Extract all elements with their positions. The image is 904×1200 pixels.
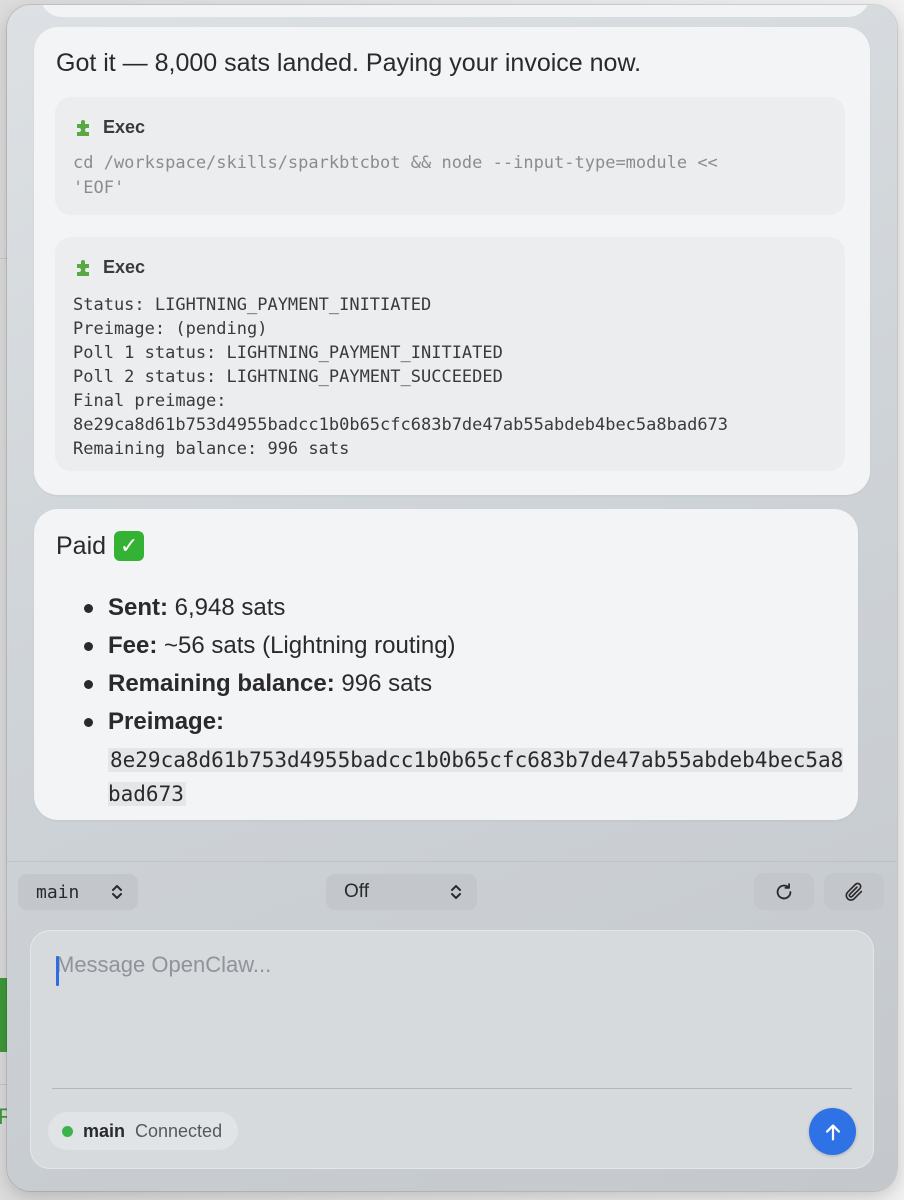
arrow-up-icon <box>825 1123 840 1140</box>
check-mark-icon: ✓ <box>114 531 145 561</box>
preimage-code: 8e29ca8d61b753d4955badcc1b0b65cfc683b7de… <box>108 748 844 806</box>
exec-output: Status: LIGHTNING_PAYMENT_INITIATED Prei… <box>73 295 729 459</box>
message-input[interactable] <box>56 952 846 1062</box>
puzzle-icon <box>77 120 89 136</box>
list-item: Sent: 6,948 sats <box>84 589 848 627</box>
exec-header: Exec <box>73 255 145 279</box>
connection-status: main Connected <box>48 1112 239 1150</box>
message-composer: main Connected <box>30 930 874 1169</box>
exec-command: cd /workspace/skills/sparkbtcbot && node… <box>73 153 718 198</box>
assistant-message: Got it — 8,000 sats landed. Paying your … <box>34 27 870 495</box>
paid-label: Paid <box>56 531 107 560</box>
puzzle-icon <box>77 260 89 276</box>
list-item: Remaining balance: 996 sats <box>84 665 848 703</box>
list-item: Fee: ~56 sats (Lightning routing) <box>84 627 848 665</box>
assistant-message: Paid ✓ Sent: 6,948 sats Fee: ~56 sats (L… <box>34 509 858 820</box>
list-item: Preimage: 8e29ca8d61b753d4955badcc1b0b65… <box>84 703 848 811</box>
status-session: main <box>83 1120 126 1141</box>
status-connection: Connected <box>135 1120 223 1141</box>
attach-button[interactable] <box>824 873 884 910</box>
controls-divider <box>7 861 897 862</box>
paperclip-icon <box>845 882 863 901</box>
composer-divider <box>52 1088 852 1089</box>
thinking-select-value: Off <box>344 881 369 902</box>
exec-header: Exec <box>73 115 145 139</box>
status-dot-icon <box>62 1125 73 1137</box>
text-caret <box>56 956 59 986</box>
send-button[interactable] <box>809 1108 856 1155</box>
message-text: Got it — 8,000 sats landed. Paying your … <box>56 49 642 77</box>
session-select[interactable]: main <box>18 874 138 910</box>
message-title: Paid ✓ <box>56 531 145 561</box>
thinking-select[interactable]: Off <box>326 874 477 910</box>
chevron-up-down-icon <box>451 885 461 899</box>
exec-title: Exec <box>103 256 146 277</box>
chevron-up-down-icon <box>112 885 122 899</box>
session-select-value: main <box>36 881 80 903</box>
exec-title: Exec <box>103 116 146 137</box>
refresh-button[interactable] <box>754 873 814 910</box>
previous-message-bubble <box>40 5 870 17</box>
exec-tool-card[interactable]: Exec cd /workspace/skills/sparkbtcbot &&… <box>55 97 845 215</box>
payment-summary-list: Sent: 6,948 sats Fee: ~56 sats (Lightnin… <box>84 589 848 811</box>
refresh-icon <box>776 882 792 899</box>
exec-tool-card[interactable]: Exec Status: LIGHTNING_PAYMENT_INITIATED… <box>55 237 845 471</box>
chat-panel: Got it — 8,000 sats landed. Paying your … <box>7 5 897 1191</box>
